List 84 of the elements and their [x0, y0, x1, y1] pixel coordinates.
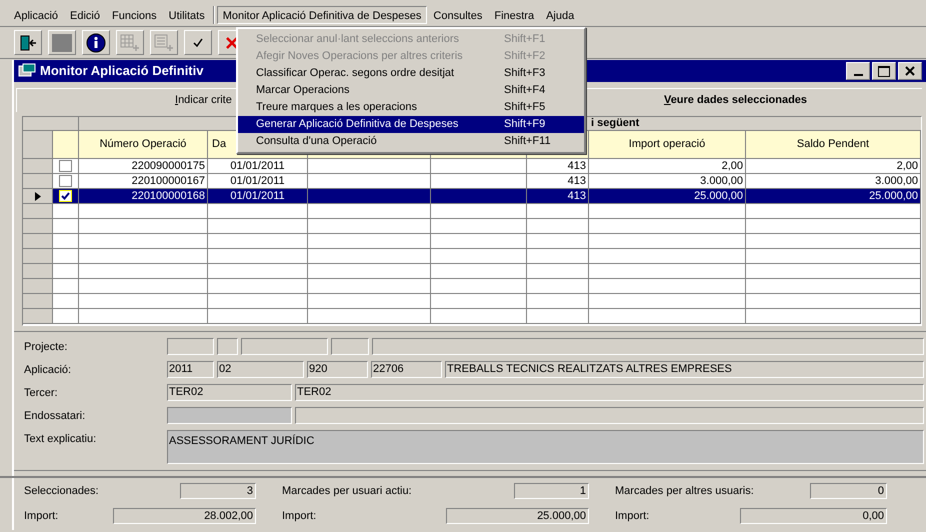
- table-row[interactable]: 220100000167 01/01/2011 413 3.000,00 3.000,00: [23, 174, 921, 189]
- table-cell: 2,00: [722, 160, 743, 172]
- maximize-button[interactable]: [872, 62, 896, 80]
- table-cell: 220100000167: [132, 175, 205, 187]
- table-cell: 2,00: [896, 160, 918, 172]
- menu-item[interactable]: Finestra: [488, 6, 540, 24]
- table-cell: 413: [568, 175, 586, 187]
- text-field[interactable]: [331, 338, 369, 355]
- count-field: 3: [180, 483, 256, 500]
- info-icon: [86, 32, 106, 52]
- table-row[interactable]: 220090000175 01/01/2011 413 2,00 2,00: [23, 159, 921, 174]
- window-title: Monitor Aplicació Definitiv: [40, 62, 204, 80]
- table-cell: 25.000,00: [694, 190, 743, 202]
- text-field[interactable]: [217, 338, 238, 355]
- toolbar-button[interactable]: [82, 30, 110, 55]
- summary-label: Marcades per usuari actiu:: [282, 484, 412, 499]
- maximize-icon: [878, 66, 890, 76]
- checkbox[interactable]: [59, 175, 72, 187]
- column-header[interactable]: [53, 131, 79, 158]
- summary-label: Seleccionades:: [24, 484, 99, 499]
- table-cell: 220100000168: [132, 190, 205, 202]
- table-cell: 01/01/2011: [230, 160, 285, 172]
- amount-field: 0,00: [740, 508, 887, 524]
- menu-item[interactable]: Ajuda: [540, 6, 580, 24]
- toolbar-button[interactable]: [14, 30, 42, 55]
- field-label: Aplicació:: [24, 363, 72, 378]
- field-label: Endossatari:: [24, 409, 86, 424]
- text-field[interactable]: 02: [217, 361, 304, 378]
- count-field: 0: [810, 483, 887, 500]
- cross-icon: [225, 36, 239, 50]
- table-row[interactable]: 220100000168 01/01/2011 413 25.000,00 25.000,00: [23, 189, 921, 204]
- text-field[interactable]: [241, 338, 328, 355]
- menu-option[interactable]: Classificar Operac. segons ordre desitjat Shift+F3: [238, 65, 584, 82]
- exit-door-icon: [19, 34, 37, 50]
- table-cell: 25.000,00: [869, 190, 918, 202]
- table-cell: 413: [568, 160, 586, 172]
- text-field[interactable]: [167, 338, 214, 355]
- summary-label: Import:: [615, 508, 650, 524]
- menu-item[interactable]: Utilitats: [162, 6, 211, 24]
- menu-item[interactable]: Aplicació: [8, 6, 64, 24]
- text-field[interactable]: TREBALLS TECNICS REALITZATS ALTRES EMPRESES: [445, 361, 924, 378]
- row-header[interactable]: [23, 189, 53, 203]
- menu-option[interactable]: Generar Aplicació Definitiva de Despeses Shift+F9: [238, 116, 584, 133]
- table-cell: 3.000,00: [700, 175, 743, 187]
- text-field[interactable]: [295, 407, 924, 424]
- square-icon: [52, 34, 72, 52]
- checkmark-icon: [61, 192, 70, 200]
- menu-item[interactable]: Consultes: [427, 6, 488, 24]
- summary-label: Import:: [24, 508, 58, 524]
- checkmark-icon: [192, 36, 204, 48]
- add-grid-icon: [120, 34, 140, 52]
- field-label: Tercer:: [24, 386, 59, 401]
- close-button[interactable]: [898, 62, 922, 80]
- amount-field: 28.002,00: [113, 508, 256, 524]
- minimize-icon: [854, 74, 862, 76]
- menu-item[interactable]: Monitor Aplicació Definitiva de Despeses: [216, 6, 428, 24]
- table-cell: 220090000175: [132, 160, 205, 172]
- summary-label: Marcades per altres usuaris:: [615, 484, 754, 499]
- text-field[interactable]: TER02: [295, 384, 924, 401]
- close-icon: [905, 66, 915, 76]
- field-label: Text explicatiu:: [24, 432, 98, 447]
- window-icon: [18, 63, 36, 79]
- text-field[interactable]: 920: [307, 361, 368, 378]
- text-field[interactable]: [372, 338, 924, 355]
- table-cell: 3.000,00: [875, 175, 918, 187]
- checkbox[interactable]: [59, 160, 72, 172]
- menu-item[interactable]: Edició: [64, 6, 106, 24]
- count-field: 1: [514, 483, 589, 500]
- column-header[interactable]: Da: [212, 136, 226, 153]
- text-field[interactable]: 2011: [167, 361, 214, 378]
- table-cell: 413: [568, 190, 586, 202]
- table-cell: 01/01/2011: [230, 175, 285, 187]
- add-list-icon: [154, 34, 174, 52]
- group-header: i següent: [591, 117, 640, 130]
- summary-label: Import:: [282, 508, 316, 524]
- toolbar-button[interactable]: [184, 30, 212, 55]
- menu-item[interactable]: Funcions: [106, 6, 163, 24]
- menu-option[interactable]: Consulta d'una Operació Shift+F11: [238, 133, 584, 150]
- amount-field: 25.000,00: [446, 508, 589, 524]
- table-cell: 01/01/2011: [230, 190, 285, 202]
- text-field[interactable]: 22706: [371, 361, 442, 378]
- field-label: Projecte:: [24, 340, 68, 355]
- minimize-button[interactable]: [846, 62, 870, 80]
- text-field[interactable]: TER02: [167, 384, 292, 401]
